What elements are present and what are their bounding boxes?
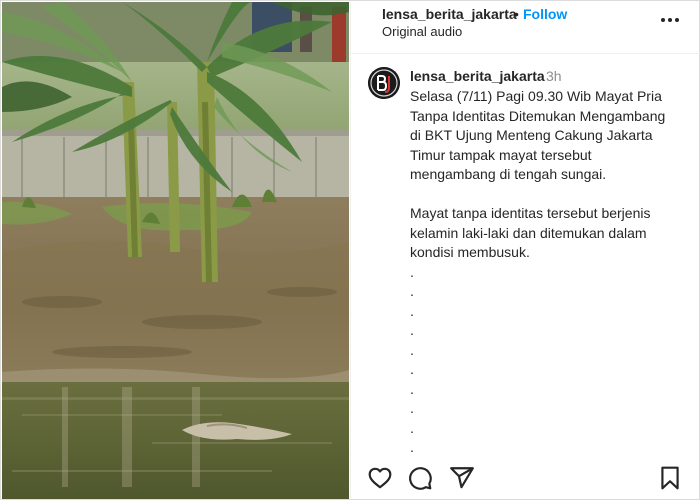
send-icon[interactable] bbox=[449, 465, 475, 491]
header-separator-dot: • bbox=[514, 6, 519, 22]
post-side-panel: lensa_berita_jakarta • Follow Original a… bbox=[350, 2, 700, 499]
caption-text: Selasa (7/11) Pagi 09.30 Wib Mayat Pria … bbox=[410, 87, 685, 453]
caption-line: mengambang di tengah sungai. bbox=[410, 166, 607, 182]
bookmark-icon[interactable] bbox=[657, 465, 683, 491]
caption-dot-line: . bbox=[410, 400, 414, 416]
heart-icon[interactable] bbox=[367, 465, 393, 491]
caption-username-link[interactable]: lensa_berita_jakarta bbox=[410, 68, 545, 84]
caption-section: lensa_berita_jakarta 3h Selasa (7/11) Pa… bbox=[351, 55, 700, 453]
caption-dot-line: . bbox=[410, 380, 414, 397]
follow-button[interactable]: Follow bbox=[523, 6, 567, 22]
avatar[interactable] bbox=[368, 67, 400, 99]
caption-dot-line: . bbox=[410, 322, 414, 338]
caption-line: kelamin laki-laki dan ditemukan dalam bbox=[410, 224, 647, 241]
comment-icon[interactable] bbox=[407, 465, 433, 491]
caption-line: Tanpa Identitas Ditemukan Mengambang bbox=[410, 107, 666, 124]
caption-dot-line: . bbox=[410, 341, 414, 358]
riverbank-scene-image bbox=[2, 2, 349, 499]
more-options-icon[interactable] bbox=[658, 12, 682, 28]
post-action-bar bbox=[351, 454, 700, 499]
caption-dot-line: . bbox=[410, 263, 414, 280]
caption-line: di BKT Ujung Menteng Cakung Jakarta bbox=[410, 127, 653, 143]
post-video[interactable] bbox=[2, 2, 349, 499]
post-timestamp[interactable]: 3h bbox=[546, 68, 562, 84]
caption-dot-line: . bbox=[410, 283, 414, 299]
caption-dot-line: . bbox=[410, 419, 414, 436]
audio-link[interactable]: Original audio bbox=[382, 24, 462, 39]
caption-line: Selasa (7/11) Pagi 09.30 Wib Mayat Pria bbox=[410, 88, 662, 104]
caption-line: Timur tampak mayat tersebut bbox=[410, 146, 592, 163]
caption-dot-line: . bbox=[410, 302, 414, 319]
caption-dot-line: . bbox=[410, 439, 414, 453]
instagram-post: lensa_berita_jakarta • Follow Original a… bbox=[0, 0, 700, 500]
header-username-link[interactable]: lensa_berita_jakarta bbox=[382, 6, 517, 22]
caption-line: kondisi membusuk. bbox=[410, 244, 530, 260]
caption-line: Mayat tanpa identitas tersebut berjenis bbox=[410, 205, 651, 221]
caption-blank-line bbox=[410, 185, 685, 205]
post-header: lensa_berita_jakarta • Follow Original a… bbox=[351, 2, 700, 54]
caption-dot-line: . bbox=[410, 361, 414, 377]
